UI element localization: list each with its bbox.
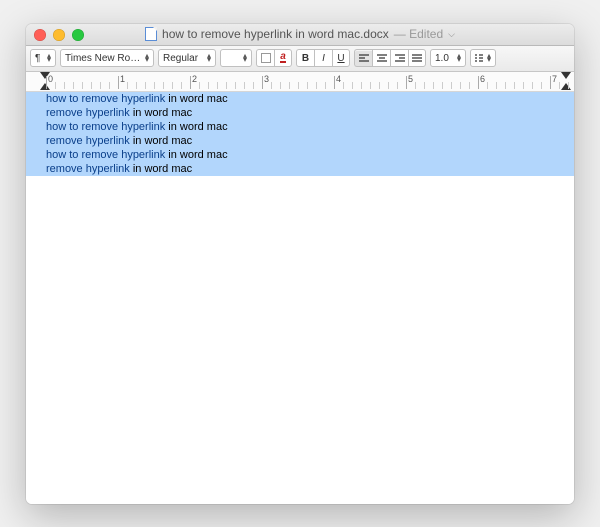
align-left-button[interactable] [354, 49, 372, 67]
format-toolbar: ¶ ▴▾ Times New Rom… ▴▾ Regular ▴▾ ▴▾ a B… [26, 46, 574, 72]
stepper-icon: ▴▾ [47, 54, 51, 62]
stepper-icon: ▴▾ [487, 54, 491, 62]
ruler-number: 5 [408, 74, 413, 84]
document-icon [145, 27, 157, 41]
app-window: how to remove hyperlink in word mac.docx… [26, 24, 574, 504]
align-justify-icon [412, 54, 422, 63]
paragraph-icon: ¶ [35, 53, 40, 64]
text-selection: how to remove hyperlink in word macremov… [26, 92, 574, 176]
ruler-number: 0 [48, 74, 53, 84]
ruler-number: 4 [336, 74, 341, 84]
minimize-icon[interactable] [53, 29, 65, 41]
plain-text: in word mac [165, 149, 227, 161]
align-right-button[interactable] [390, 49, 408, 67]
document-line[interactable]: how to remove hyperlink in word mac [26, 120, 574, 134]
plain-text: in word mac [130, 107, 192, 119]
line-spacing-value: 1.0 [435, 53, 449, 64]
align-center-icon [377, 54, 387, 63]
document-line[interactable]: remove hyperlink in word mac [26, 162, 574, 176]
right-indent-icon[interactable] [561, 72, 571, 79]
titlebar[interactable]: how to remove hyperlink in word mac.docx… [26, 24, 574, 46]
edited-status: — Edited [394, 27, 443, 41]
plain-text: in word mac [130, 163, 192, 175]
chevron-down-icon[interactable]: ⌵ [448, 29, 455, 40]
style-group: B I U [296, 49, 350, 67]
hyperlink[interactable]: how to remove hyperlink [46, 93, 165, 105]
stepper-icon: ▴▾ [243, 54, 247, 62]
align-center-button[interactable] [372, 49, 390, 67]
left-tab-icon[interactable] [40, 83, 50, 90]
title-area[interactable]: how to remove hyperlink in word mac.docx… [145, 27, 455, 41]
align-left-icon [359, 54, 369, 63]
document-body[interactable]: how to remove hyperlink in word macremov… [26, 92, 574, 504]
plain-text: in word mac [165, 121, 227, 133]
list-icon [475, 54, 483, 63]
font-family-value: Times New Rom… [65, 53, 141, 64]
stepper-icon: ▴▾ [207, 54, 211, 62]
italic-button[interactable]: I [314, 49, 332, 67]
bold-icon: B [302, 53, 309, 64]
zoom-icon[interactable] [72, 29, 84, 41]
close-icon[interactable] [34, 29, 46, 41]
stepper-icon: ▴▾ [457, 54, 461, 62]
ruler-number: 7 [552, 74, 557, 84]
stepper-icon: ▴▾ [145, 54, 149, 62]
underline-button[interactable]: U [332, 49, 350, 67]
fill-color-button[interactable] [256, 49, 274, 67]
line-spacing-select[interactable]: 1.0 ▴▾ [430, 49, 466, 67]
list-style-select[interactable]: ▴▾ [470, 49, 496, 67]
document-title: how to remove hyperlink in word mac.docx [162, 27, 389, 41]
fill-swatch-icon [261, 53, 271, 63]
align-group [354, 49, 426, 67]
hyperlink[interactable]: how to remove hyperlink [46, 149, 165, 161]
ruler-number: 6 [480, 74, 485, 84]
document-line[interactable]: how to remove hyperlink in word mac [26, 92, 574, 106]
hyperlink[interactable]: remove hyperlink [46, 163, 130, 175]
text-color-icon: a [280, 53, 286, 63]
document-line[interactable]: remove hyperlink in word mac [26, 134, 574, 148]
plain-text: in word mac [130, 135, 192, 147]
align-right-icon [395, 54, 405, 63]
document-line[interactable]: remove hyperlink in word mac [26, 106, 574, 120]
ruler-number: 3 [264, 74, 269, 84]
hyperlink[interactable]: remove hyperlink [46, 107, 130, 119]
text-color-button[interactable]: a [274, 49, 292, 67]
italic-icon: I [322, 53, 325, 64]
paragraph-style-select[interactable]: ¶ ▴▾ [30, 49, 56, 67]
bold-button[interactable]: B [296, 49, 314, 67]
hyperlink[interactable]: how to remove hyperlink [46, 121, 165, 133]
ruler-number: 2 [192, 74, 197, 84]
underline-icon: U [337, 53, 344, 64]
font-size-select[interactable]: ▴▾ [220, 49, 252, 67]
color-group: a [256, 49, 292, 67]
horizontal-ruler[interactable]: 0 1 2 3 4 5 6 7 [26, 72, 574, 92]
font-family-select[interactable]: Times New Rom… ▴▾ [60, 49, 154, 67]
right-tab-icon[interactable] [561, 83, 571, 90]
window-controls [34, 29, 84, 41]
plain-text: in word mac [165, 93, 227, 105]
align-justify-button[interactable] [408, 49, 426, 67]
ruler-number: 1 [120, 74, 125, 84]
hyperlink[interactable]: remove hyperlink [46, 135, 130, 147]
font-weight-select[interactable]: Regular ▴▾ [158, 49, 216, 67]
font-weight-value: Regular [163, 53, 198, 64]
document-line[interactable]: how to remove hyperlink in word mac [26, 148, 574, 162]
